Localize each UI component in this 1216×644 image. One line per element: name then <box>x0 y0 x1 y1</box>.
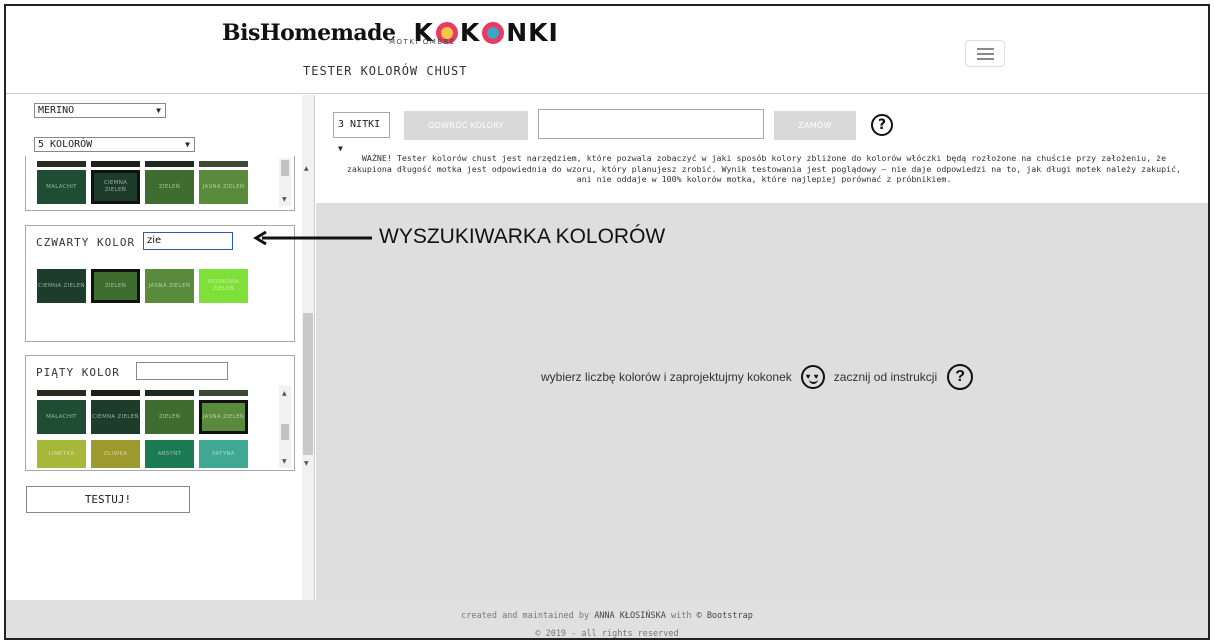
hamburger-menu-button[interactable] <box>965 40 1005 67</box>
fifth-color-panel: PIĄTY KOLOR MALACHIT CIEMNA ZIELEŃ ZIELE… <box>25 355 295 471</box>
color-swatch-ciemna-zielen[interactable]: CIEMNA ZIELEŃ <box>91 170 140 204</box>
heart-eyes-icon: ♥ ♥ <box>800 365 825 389</box>
help-icon[interactable]: ? <box>871 114 893 136</box>
chevron-down-icon: ▼ <box>185 140 190 149</box>
scroll-down-icon[interactable]: ▼ <box>304 460 309 467</box>
page-title: TESTER KOLORÓW CHUST <box>303 64 468 78</box>
sidebar-scrollbar-thumb[interactable] <box>303 313 313 455</box>
fourth-color-label: CZWARTY KOLOR <box>36 236 136 249</box>
swatch-scrollbar[interactable]: ▲ ▼ <box>279 386 291 468</box>
chevron-down-icon: ▼ <box>338 144 343 153</box>
test-button[interactable]: TESTUJ! <box>26 486 190 513</box>
annotation-label: WYSZUKIWARKA KOLORÓW <box>379 225 666 248</box>
logo-tagline: MOTKI OMBRE <box>389 38 456 46</box>
color-swatch-zielen[interactable]: ZIELEŃ <box>145 400 194 434</box>
color-swatch-limetka[interactable]: LIMETKA <box>37 440 86 468</box>
scroll-down-icon[interactable]: ▼ <box>282 196 287 203</box>
footer: created and maintained by ANNA KŁOSIŃSKA… <box>6 600 1208 639</box>
third-color-panel: MALACHIT CIEMNA ZIELEŃ ZIELEŃ JASNA ZIEL… <box>25 156 295 211</box>
color-swatch-zielen[interactable]: ZIELEŃ <box>91 269 140 303</box>
color-swatch-patyna[interactable]: PATYNA <box>199 440 248 468</box>
color-swatch-malachit[interactable]: MALACHIT <box>37 170 86 204</box>
color-swatch-jasna-zielen[interactable]: JASNA ZIELEŃ <box>145 269 194 303</box>
copyright: © 2019 - all rights reserved <box>535 629 679 639</box>
main-area: 3 NITKI ▼ ODWRÓĆ KOLORY ZAMÓW ? WAŻNE! T… <box>316 95 1208 600</box>
color-swatch-zielen[interactable]: ZIELEŃ <box>145 170 194 204</box>
material-select[interactable]: MERINO ▼ <box>34 103 166 118</box>
scroll-down-icon[interactable]: ▼ <box>282 458 287 465</box>
logo-ring-icon <box>482 22 505 44</box>
color-search-input[interactable]: zie <box>143 232 233 250</box>
scroll-up-icon[interactable]: ▲ <box>304 165 309 172</box>
app-frame: BisHomemade K K NKI MOTKI OMBRE TESTER K… <box>4 4 1210 640</box>
header: BisHomemade K K NKI MOTKI OMBRE TESTER K… <box>6 6 1208 94</box>
color-swatch-ciemna-zielen[interactable]: CIEMNA ZIELEŃ <box>91 400 140 434</box>
order-button[interactable]: ZAMÓW <box>774 111 856 140</box>
reverse-colors-button[interactable]: ODWRÓĆ KOLORY <box>404 111 528 140</box>
warning-text: WAŻNE! Tester kolorów chust jest narzędz… <box>346 153 1182 184</box>
logo-kokonki-letter: K <box>459 18 481 47</box>
author-link[interactable]: ANNA KŁOSIŃSKA <box>594 611 666 621</box>
main-placeholder-message: wybierz liczbę kolorów i zaprojektujmy k… <box>541 364 974 390</box>
design-name-textarea[interactable] <box>538 109 764 139</box>
color-swatch-absynt[interactable]: ABSYNT <box>145 440 194 468</box>
bootstrap-link[interactable]: © Bootstrap <box>697 611 753 621</box>
color-swatch-malachit[interactable]: MALACHIT <box>37 400 86 434</box>
color-search-input[interactable] <box>136 362 228 380</box>
hamburger-icon <box>977 48 994 50</box>
color-swatch-oliwka[interactable]: OLIWKA <box>91 440 140 468</box>
color-swatch-neonowa-zielen[interactable]: NEONOWA ZIELEŃ <box>199 269 248 303</box>
logo-bishomemade: BisHomemade <box>222 20 396 46</box>
instructions-help-icon[interactable]: ? <box>947 364 974 390</box>
color-swatch-jasna-zielen[interactable]: JASNA ZIELEŃ <box>199 170 248 204</box>
color-swatch-jasna-zielen[interactable]: JASNA ZIELEŃ <box>199 400 248 434</box>
color-count-select[interactable]: 5 KOLORÓW ▼ <box>34 137 195 152</box>
annotation-arrow-icon <box>253 231 372 245</box>
threads-select[interactable]: 3 NITKI ▼ <box>333 112 390 153</box>
logo-kokonki-letter: NKI <box>506 18 559 47</box>
fifth-color-label: PIĄTY KOLOR <box>36 366 120 379</box>
color-swatch-ciemna-zielen[interactable]: CIEMNA ZIELEŃ <box>37 269 86 303</box>
toolbar: 3 NITKI ▼ ODWRÓĆ KOLORY ZAMÓW ? WAŻNE! T… <box>316 95 1208 203</box>
swatch-scrollbar[interactable]: ▼ <box>279 158 291 206</box>
scroll-up-icon[interactable]: ▲ <box>282 390 287 397</box>
chevron-down-icon: ▼ <box>156 106 161 115</box>
sidebar: MERINO ▼ 5 KOLORÓW ▼ MALACHIT CIEMNA ZIELE… <box>6 95 315 600</box>
